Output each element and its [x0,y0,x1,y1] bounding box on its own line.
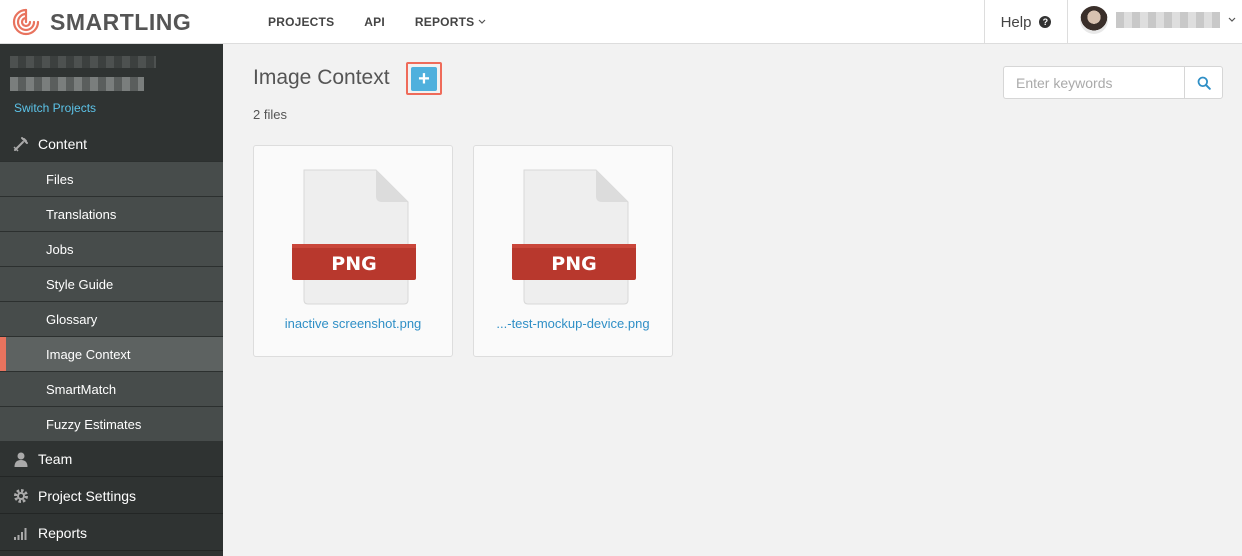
sidebar-item-smartmatch[interactable]: SmartMatch [0,371,223,406]
add-image-button[interactable]: + [406,62,442,95]
sidebar-item-files[interactable]: Files [0,161,223,196]
sidebar-item-style-guide[interactable]: Style Guide [0,266,223,301]
nav-api[interactable]: API [364,15,385,29]
bar-chart-icon [12,524,30,542]
sidebar-section-reports[interactable]: Reports [0,515,223,551]
png-file-icon: PNG [292,169,416,305]
chevron-down-icon [478,19,486,24]
sidebar-item-fuzzy-estimates[interactable]: Fuzzy Estimates [0,406,223,441]
sidebar-section-label: Content [38,135,88,152]
brand-name: SMARTLING [50,8,192,35]
switch-projects-link[interactable]: Switch Projects [14,101,96,115]
gear-icon [12,487,30,505]
sidebar-section-label: Team [38,450,73,467]
help-button[interactable]: Help ? [984,0,1068,44]
search-button[interactable] [1184,66,1223,99]
chevron-down-icon [1228,17,1236,22]
logo-icon [12,8,40,36]
sidebar-section-project-settings[interactable]: Project Settings [0,478,223,514]
file-type-label: PNG [331,253,376,275]
sidebar-section-team[interactable]: Team [0,441,223,477]
question-icon: ? [1039,16,1052,28]
file-type-label: PNG [551,253,596,275]
help-label: Help [1000,13,1032,31]
png-file-icon: PNG [512,169,636,305]
project-org-redacted [10,56,156,68]
sidebar-section-label: Project Settings [38,487,137,504]
wrench-icon [12,135,30,153]
sidebar-item-glossary[interactable]: Glossary [0,301,223,336]
sidebar: Switch Projects Content Files Translatio… [0,44,223,556]
file-card[interactable]: PNG inactive screenshot.png [253,145,453,357]
plus-icon: + [411,66,437,91]
search-icon [1197,76,1211,90]
sidebar-item-jobs[interactable]: Jobs [0,231,223,266]
top-nav: PROJECTS API REPORTS [268,0,486,44]
search-box [1003,66,1223,99]
file-card[interactable]: PNG ...-test-mockup-device.png [473,145,673,357]
top-bar: SMARTLING PROJECTS API REPORTS Help ? [0,0,1242,44]
user-menu[interactable] [1080,6,1236,34]
page-title: Image Context [253,66,390,89]
sidebar-section-content[interactable]: Content [0,126,223,162]
file-name-link[interactable]: inactive screenshot.png [254,316,452,331]
sidebar-item-image-context[interactable]: Image Context [0,336,223,371]
file-count: 2 files [253,107,287,122]
user-icon [12,450,30,468]
nav-reports-label: REPORTS [414,15,475,29]
search-input[interactable] [1003,66,1184,99]
sidebar-section-label: Reports [38,524,88,541]
sidebar-item-translations[interactable]: Translations [0,196,223,231]
smartling-logo[interactable]: SMARTLING [10,6,191,38]
nav-reports[interactable]: REPORTS [415,15,486,29]
nav-projects[interactable]: PROJECTS [268,15,334,29]
project-name-redacted [10,77,144,91]
file-name-link[interactable]: ...-test-mockup-device.png [474,316,672,331]
user-name-redacted [1116,12,1220,28]
avatar [1080,6,1108,34]
